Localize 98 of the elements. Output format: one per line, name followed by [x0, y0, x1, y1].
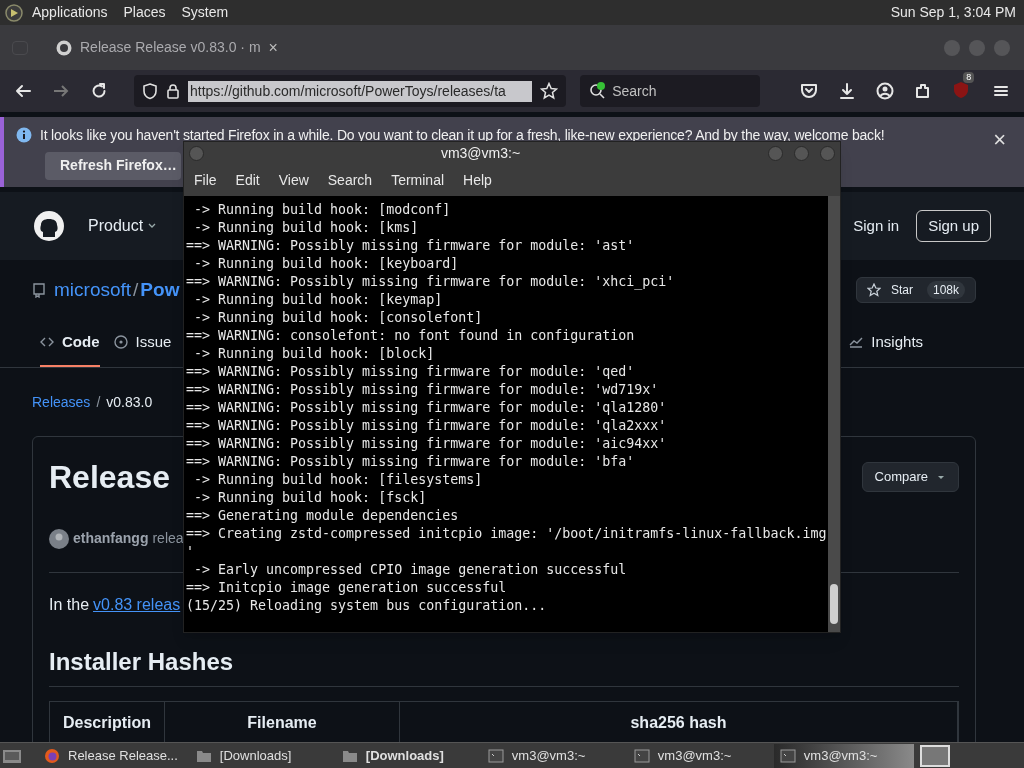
- terminal-line: -> Early uncompressed CPIO image generation successful: [193, 561, 628, 579]
- terminal-line: ==> WARNING: Possibly missing firmware for module: 'ast': [186, 237, 636, 255]
- path-separator: /: [133, 277, 139, 302]
- scrollbar[interactable]: [828, 196, 840, 632]
- terminal-line: -> Running build hook: [kms]: [193, 219, 420, 237]
- menu-item[interactable]: Edit: [235, 169, 260, 191]
- clock: Sun Sep 1, 3:04 PM: [890, 3, 1016, 22]
- info-icon: [16, 127, 32, 143]
- terminal-line: ==> WARNING: Possibly missing firmware for module: 'bfa': [186, 453, 636, 471]
- repo-tab[interactable]: Code: [40, 319, 100, 367]
- taskbar-button[interactable]: Release Release...: [38, 743, 184, 768]
- download-icon[interactable]: [838, 82, 857, 100]
- intro-text: In the: [49, 595, 90, 615]
- terminal-icon: [487, 747, 504, 764]
- window-control-button[interactable]: [768, 145, 783, 161]
- star-count: 108k: [927, 281, 966, 299]
- tab-close-button[interactable]: ×: [268, 35, 278, 60]
- window-control-button[interactable]: [820, 145, 835, 161]
- repo-tab[interactable]: Issue: [113, 319, 172, 367]
- menu-item[interactable]: File: [194, 169, 217, 191]
- star-button[interactable]: Star 108k: [856, 277, 976, 303]
- tab-title: Release Release v0.83.0 · m: [80, 38, 261, 57]
- panel-menu[interactable]: Applications: [32, 2, 108, 23]
- release-link[interactable]: v0.83 releas: [93, 593, 181, 617]
- terminal-line: -> Running build hook: [modconf]: [193, 201, 452, 219]
- star-icon: [540, 82, 559, 100]
- lock-icon: [166, 83, 180, 99]
- issue-icon: [113, 335, 128, 349]
- repo-tab[interactable]: Insights: [849, 319, 924, 367]
- close-button[interactable]: ×: [993, 123, 1006, 156]
- account-icon[interactable]: [876, 82, 895, 100]
- terminal-line: ==> Initcpio image generation successful: [186, 579, 508, 597]
- terminal-line: -> Running build hook: [keyboard]: [193, 255, 460, 273]
- repo-link[interactable]: Pow: [140, 275, 180, 305]
- release-title: Release: [49, 458, 170, 497]
- window-control-button[interactable]: [794, 145, 809, 161]
- code-icon: [40, 335, 54, 349]
- terminal-line: ==> WARNING: Possibly missing firmware for module: 'qla2xxx': [186, 417, 668, 435]
- sign-up-button[interactable]: Sign up: [916, 210, 991, 242]
- search-field[interactable]: Search: [580, 75, 761, 107]
- avatar-icon: [49, 528, 69, 549]
- taskbar-button[interactable]: vm3@vm3:~: [481, 743, 622, 768]
- terminal-line: ==> Creating zstd-compressed initcpio image: '/boot/initramfs-linux-fallback.img: [186, 525, 828, 543]
- breadcrumb-current: v0.83.0: [106, 392, 153, 412]
- terminal-line: ==> WARNING: Possibly missing firmware for module: 'aic94xx': [186, 435, 668, 453]
- menu-item[interactable]: Terminal: [391, 169, 445, 191]
- star-icon: [867, 283, 881, 297]
- author-name[interactable]: ethanfangg: [73, 528, 149, 549]
- section-heading: Installer Hashes: [49, 637, 959, 687]
- notification-badge: 8: [963, 72, 975, 83]
- terminal-line: ==> WARNING: Possibly missing firmware for module: 'qed': [186, 363, 636, 381]
- terminal-line: ==> WARNING: consolefont: no font found in configuration: [186, 327, 636, 345]
- compare-button[interactable]: Compare: [861, 462, 959, 492]
- menu-item[interactable]: Help: [463, 169, 492, 191]
- shield-icon[interactable]: [952, 81, 971, 101]
- terminal-icon: [779, 747, 796, 764]
- refresh-button[interactable]: Refresh Firefox…: [45, 151, 181, 180]
- menu-item[interactable]: Search: [327, 169, 373, 191]
- panel-menu[interactable]: Places: [123, 2, 166, 23]
- terminal-line: -> Running build hook: [consolefont]: [193, 309, 484, 327]
- browser-tab[interactable]: Release Release v0.83.0 · m ×: [44, 29, 284, 66]
- reload-icon[interactable]: [90, 82, 108, 100]
- github-logo-icon: [33, 210, 65, 242]
- terminal-icon: [633, 747, 650, 764]
- shield-icon: [142, 82, 158, 100]
- release-meta: relea: [152, 529, 184, 548]
- workspace-switcher[interactable]: [919, 744, 950, 767]
- terminal-line: -> Running build hook: [block]: [193, 345, 436, 363]
- taskbar-button[interactable]: [Downloads]: [189, 743, 330, 768]
- product-menu[interactable]: Product: [88, 214, 158, 238]
- releases-link[interactable]: Releases: [32, 391, 91, 413]
- menu-item[interactable]: View: [278, 169, 309, 191]
- terminal-line: ==> WARNING: Possibly missing firmware for module: 'qla1280': [186, 399, 668, 417]
- app-menu-icon: [4, 2, 24, 23]
- window-title: vm3@vm3:~: [439, 143, 522, 163]
- repo-icon: [32, 282, 46, 298]
- terminal-line: ==> WARNING: Possibly missing firmware for module: 'wd719x': [186, 381, 660, 399]
- panel-menu[interactable]: System: [181, 2, 229, 23]
- terminal-line: -> Running build hook: [filesystems]: [193, 471, 484, 489]
- url-text: https://github.com/microsoft/PowerToys/releases/ta: [188, 80, 533, 102]
- terminal-line: -> Running build hook: [keymap]: [193, 291, 444, 309]
- terminal-line: (15/25) Reloading system bus configuration...: [186, 597, 548, 615]
- firefox-icon: [44, 747, 60, 764]
- sign-in-link[interactable]: Sign in: [853, 214, 900, 238]
- terminal-line: -> Running build hook: [fsck]: [193, 489, 428, 507]
- breadcrumb-separator: /: [96, 392, 101, 412]
- window-menu-button[interactable]: [189, 145, 204, 161]
- terminal-line: ==> WARNING: Possibly missing firmware for module: 'xhci_pci': [186, 273, 676, 291]
- terminal-line: ==> Generating module dependencies: [186, 507, 460, 525]
- taskbar-button[interactable]: [Downloads]: [335, 743, 476, 768]
- graph-icon: [849, 335, 864, 349]
- taskbar-button[interactable]: vm3@vm3:~: [627, 743, 768, 768]
- taskbar-button[interactable]: vm3@vm3:~: [773, 743, 914, 768]
- terminal-line: ': [186, 543, 195, 561]
- pocket-icon[interactable]: [800, 82, 819, 100]
- address-bar[interactable]: https://github.com/microsoft/PowerToys/releases/ta: [134, 75, 567, 107]
- back-icon[interactable]: [14, 82, 32, 100]
- owner-link[interactable]: microsoft: [54, 275, 132, 305]
